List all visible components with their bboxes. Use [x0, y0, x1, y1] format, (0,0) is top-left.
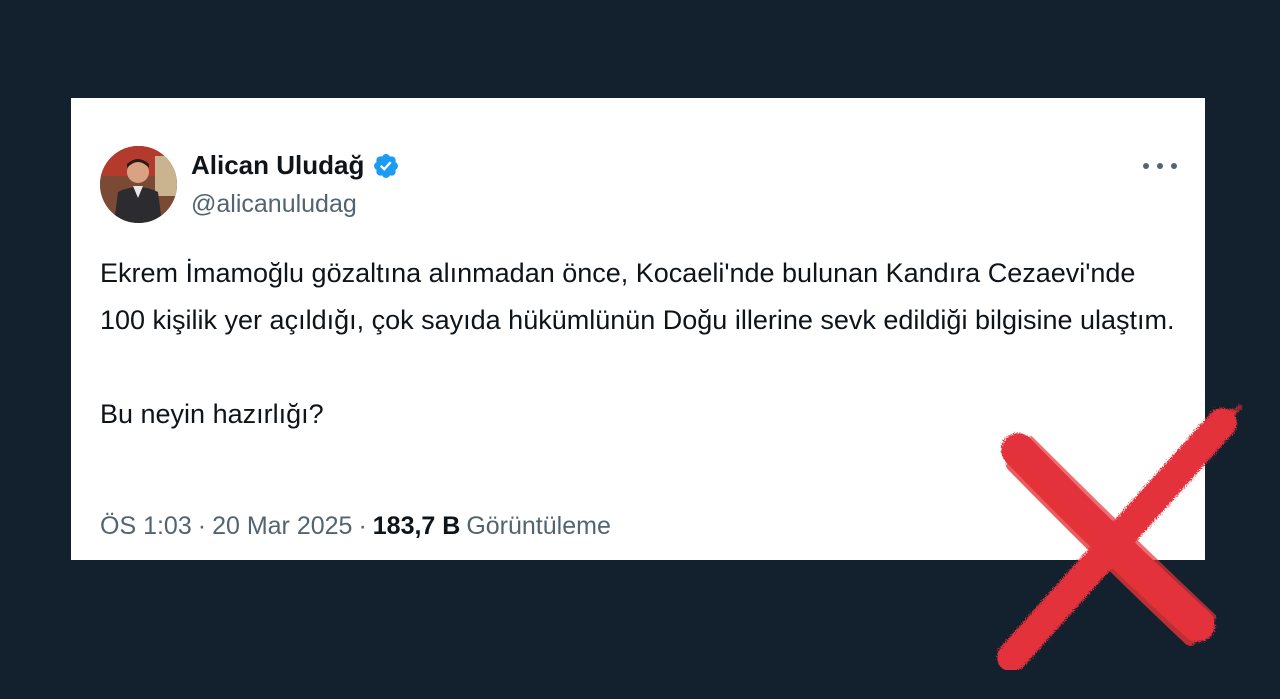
author-name[interactable]: Alican Uludağ — [191, 150, 364, 181]
tweet-paragraph: Ekrem İmamoğlu gözaltına alınmadan önce,… — [100, 258, 1175, 335]
verified-badge-icon — [372, 152, 400, 180]
meta-separator: · — [358, 512, 367, 540]
avatar[interactable] — [100, 146, 177, 223]
meta-separator: · — [197, 512, 207, 540]
tweet-date[interactable]: 20 Mar 2025 — [212, 512, 352, 541]
author-handle[interactable]: @alicanuludag — [191, 190, 357, 219]
views-count: 183,7 B — [372, 512, 461, 540]
tweet-time[interactable]: ÖS 1:03 — [100, 512, 192, 541]
tweet-text: Ekrem İmamoğlu gözaltına alınmadan önce,… — [100, 250, 1180, 438]
more-horizontal-icon[interactable] — [1143, 154, 1177, 178]
views-label: Görüntüleme — [466, 512, 611, 540]
author-name-row[interactable]: Alican Uludağ — [191, 150, 400, 181]
tweet-card: Alican Uludağ @alicanuludag Ekrem İmamoğ… — [71, 98, 1205, 560]
tweet-paragraph: Bu neyin hazırlığı? — [100, 399, 324, 429]
tweet-metadata: ÖS 1:03 · 20 Mar 2025 · 183,7 B Görüntül… — [100, 512, 611, 541]
avatar-photo — [100, 146, 177, 223]
